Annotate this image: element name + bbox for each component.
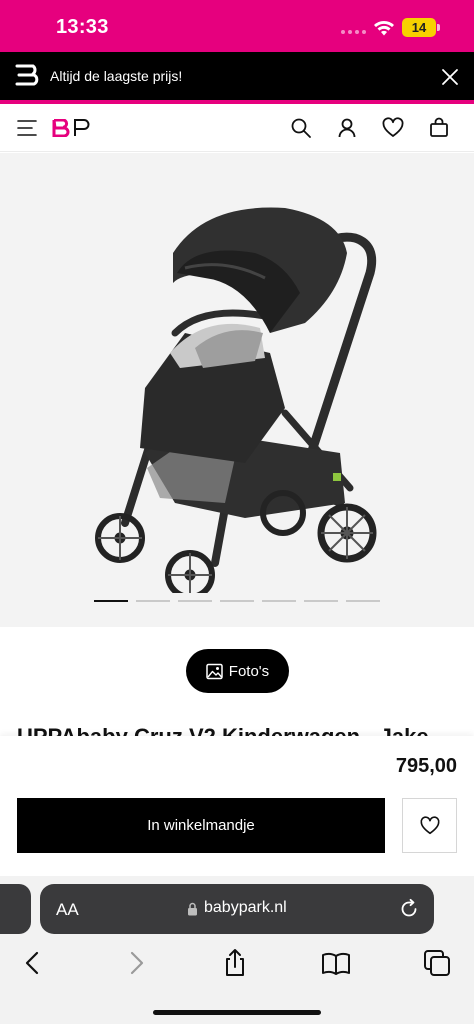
bag-icon[interactable] [428, 117, 450, 139]
url-text[interactable]: babypark.nl [204, 899, 287, 917]
bp-b-logo-icon [15, 64, 39, 86]
gallery-indicators [94, 600, 380, 602]
gallery-indicator[interactable] [136, 600, 170, 602]
forward-icon[interactable] [121, 948, 151, 978]
reload-icon[interactable] [398, 898, 420, 920]
gallery-indicator[interactable] [220, 600, 254, 602]
product-gallery[interactable] [0, 153, 474, 627]
photos-button[interactable]: Foto's [186, 649, 289, 693]
tabs-icon[interactable] [422, 948, 452, 978]
gallery-indicator[interactable] [346, 600, 380, 602]
previous-tab-peek[interactable] [0, 884, 31, 934]
hamburger-icon[interactable] [16, 117, 38, 139]
product-title-clip: UPPAbaby Cruz V2 Kinderwagen - Jake [0, 722, 474, 736]
gallery-indicator[interactable] [262, 600, 296, 602]
heart-icon[interactable] [382, 117, 404, 139]
stroller-product-image [95, 207, 377, 593]
browser-toolbar: AA babypark.nl [0, 876, 474, 1024]
wifi-icon [374, 21, 394, 36]
battery-cap [437, 24, 440, 31]
gallery-indicator[interactable] [304, 600, 338, 602]
signal-dots-icon [341, 30, 366, 34]
status-bar: 13:33 14 [0, 0, 474, 52]
promo-text: Altijd de laagste prijs! [50, 68, 183, 84]
promo-bar: Altijd de laagste prijs! [0, 52, 474, 100]
close-icon[interactable] [440, 67, 460, 87]
buy-bar: 795,00 In winkelmandje [0, 736, 474, 880]
battery-indicator: 14 [402, 18, 436, 37]
heart-icon [420, 815, 439, 834]
add-to-cart-button[interactable]: In winkelmandje [17, 798, 385, 853]
back-icon[interactable] [18, 948, 48, 978]
share-icon[interactable] [220, 948, 250, 978]
search-icon[interactable] [290, 117, 312, 139]
gallery-indicator[interactable] [178, 600, 212, 602]
address-bar[interactable]: AA babypark.nl [40, 884, 434, 934]
account-icon[interactable] [336, 117, 358, 139]
status-time: 13:33 [56, 16, 109, 38]
product-title: UPPAbaby Cruz V2 Kinderwagen - Jake [17, 724, 429, 736]
text-size-button[interactable]: AA [56, 900, 79, 920]
gallery-indicator-active[interactable] [94, 600, 128, 602]
home-indicator [153, 1010, 321, 1015]
browser-nav-row [0, 948, 474, 988]
product-price: 795,00 [395, 755, 457, 777]
lock-icon [188, 902, 197, 916]
bp-logo[interactable] [52, 119, 94, 137]
site-header [0, 104, 474, 152]
photos-button-label: Foto's [228, 662, 270, 680]
image-icon [206, 663, 223, 679]
bookmarks-icon[interactable] [321, 948, 351, 978]
wishlist-button[interactable] [402, 798, 457, 853]
battery-level: 14 [411, 20, 427, 35]
